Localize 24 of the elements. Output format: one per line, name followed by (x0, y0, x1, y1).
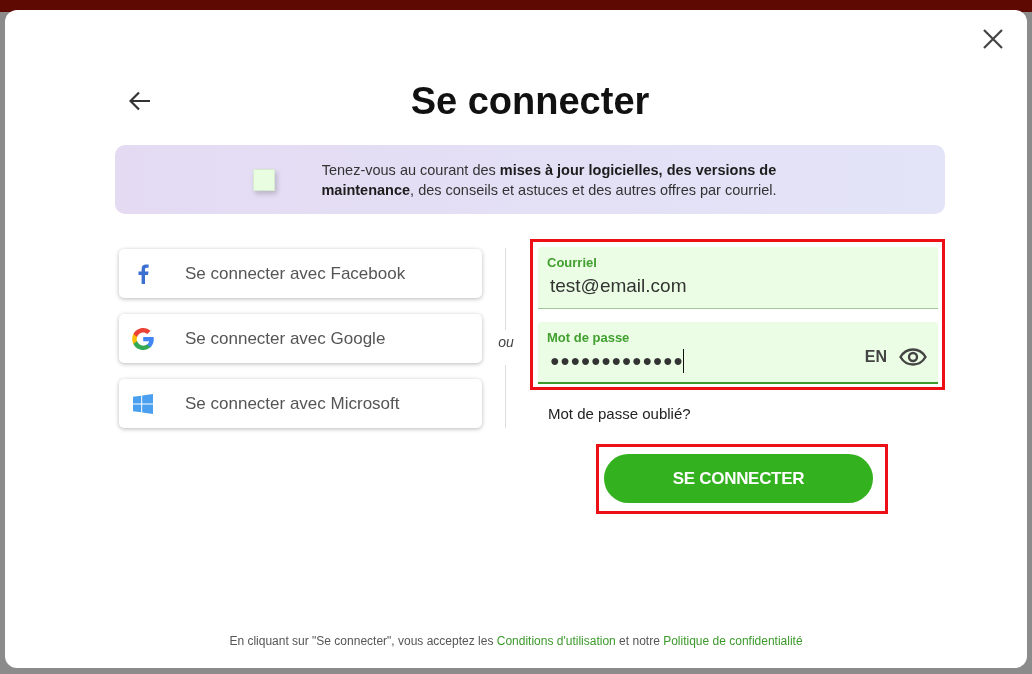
password-field[interactable]: Mot de passe ●●●●●●●●●●●●● EN (538, 322, 938, 384)
footer-link[interactable]: Conditions d'utilisation (496, 634, 616, 648)
letter-g-icon (132, 327, 154, 350)
field-label: Courriel (547, 255, 597, 271)
forgot-password-link[interactable]: Mot de passe oublié? (548, 404, 691, 424)
social-login-button[interactable]: Se connecter avec Facebook (119, 249, 482, 298)
newsletter-text: Tenez-vous au courant des mises à jour logicielles, des versions de maintenance, des conseils et astuces et des autres offres par courriel. (320, 160, 778, 200)
field-value: ●●●●●●●●●●●●● (550, 349, 685, 373)
terms-notice: En cliquant sur "Se connecter", vous acceptez les Conditions d'utilisation et notre Politique de confidentialité (229, 633, 803, 649)
four-squares-icon (133, 393, 153, 414)
field-value: test@email.com (550, 274, 687, 298)
social-login-button[interactable]: Se connecter avec Google (119, 314, 482, 363)
letter-f-icon (137, 263, 149, 284)
eye-icon[interactable] (899, 348, 927, 366)
separator-label: ou (498, 333, 514, 352)
close-icon[interactable] (983, 29, 1003, 49)
field-label: Mot de passe (547, 330, 630, 346)
footer-link[interactable]: Politique de confidentialité (663, 634, 803, 648)
back-arrow-icon[interactable] (129, 91, 151, 111)
email-field[interactable]: Courriel test@email.com (538, 247, 938, 309)
social-login-button[interactable]: Se connecter avec Microsoft (119, 379, 482, 428)
keyboard-language-label: EN (864, 348, 887, 366)
dialog-title: Se connecter (410, 79, 650, 124)
newsletter-checkbox[interactable] (253, 168, 275, 191)
